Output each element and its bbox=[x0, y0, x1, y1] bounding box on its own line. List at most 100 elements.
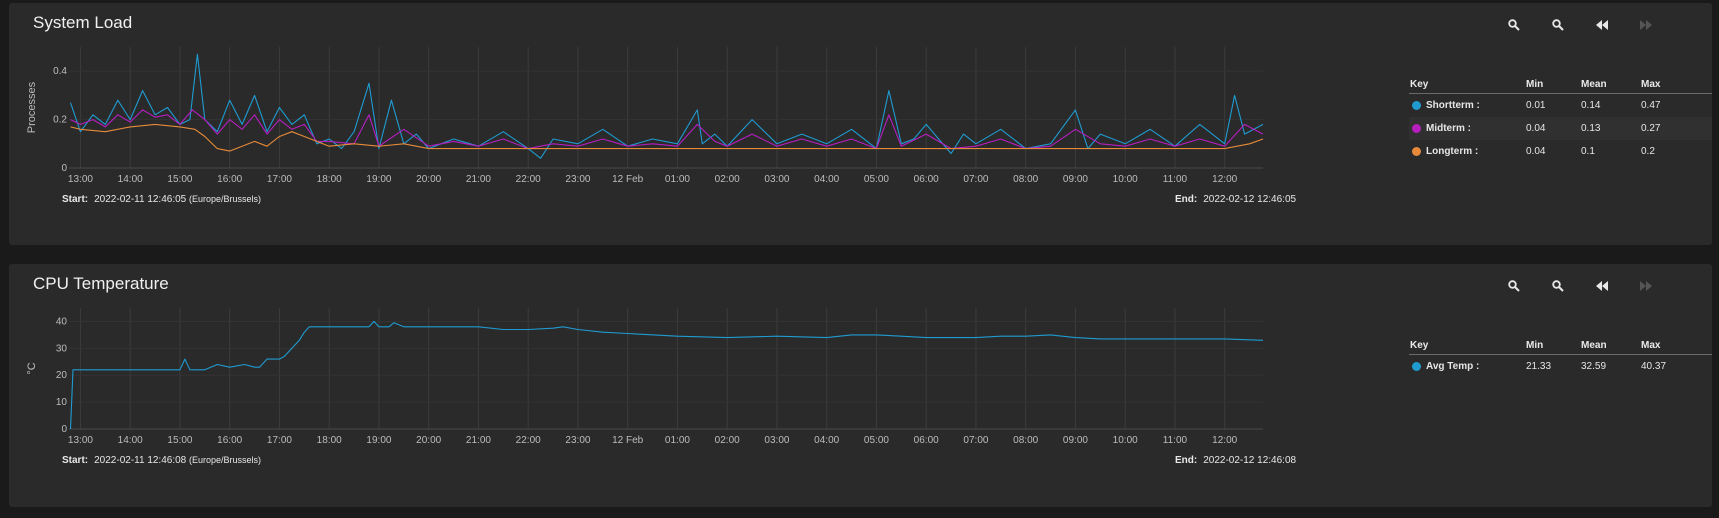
chart-toolbar bbox=[1502, 13, 1712, 37]
x-tick-label: 01:00 bbox=[665, 435, 690, 446]
legend-series-name: Longterm : bbox=[1426, 146, 1479, 157]
end-value: 2022-02-12 12:46:05 bbox=[1203, 194, 1297, 205]
x-tick-label: 02:00 bbox=[715, 174, 740, 185]
y-tick-label: 20 bbox=[56, 370, 68, 381]
series-color-dot bbox=[1412, 362, 1421, 371]
zoom-in-icon[interactable] bbox=[1502, 13, 1526, 37]
x-tick-label: 15:00 bbox=[167, 174, 192, 185]
end-time: End: 2022-02-12 12:46:08 bbox=[1175, 455, 1296, 466]
x-tick-label: 04:00 bbox=[814, 174, 839, 185]
legend-row-longterm: Longterm : 0.04 0.1 0.2 bbox=[1409, 140, 1712, 163]
legend-header-key: Key bbox=[1410, 79, 1429, 90]
x-tick-label: 16:00 bbox=[217, 435, 242, 446]
legend-mean: 0.14 bbox=[1581, 100, 1601, 111]
x-tick-label: 05:00 bbox=[864, 435, 889, 446]
rewind-icon[interactable] bbox=[1590, 13, 1614, 37]
x-tick-label: 22:00 bbox=[516, 435, 541, 446]
x-tick-label: 03:00 bbox=[764, 174, 789, 185]
x-tick-label: 07:00 bbox=[963, 174, 988, 185]
legend-mean: 0.13 bbox=[1581, 123, 1601, 134]
x-tick-label: 20:00 bbox=[416, 174, 441, 185]
x-tick-label: 11:00 bbox=[1163, 174, 1188, 185]
forward-icon[interactable] bbox=[1634, 13, 1658, 37]
start-value: 2022-02-11 12:46:08 bbox=[94, 455, 187, 466]
x-tick-label: 06:00 bbox=[914, 174, 939, 185]
legend-min: 0.04 bbox=[1526, 123, 1546, 134]
x-tick-label: 10:00 bbox=[1113, 174, 1138, 185]
zoom-out-icon[interactable] bbox=[1546, 274, 1570, 298]
legend-min: 21.33 bbox=[1526, 361, 1552, 372]
legend-series-name: Shortterm : bbox=[1426, 100, 1480, 111]
legend-header-max: Max bbox=[1641, 79, 1661, 90]
x-tick-label: 18:00 bbox=[317, 174, 342, 185]
x-tick-label: 18:00 bbox=[317, 435, 342, 446]
end-label: End: bbox=[1175, 455, 1198, 466]
start-timezone: (Europe/Brussels) bbox=[189, 455, 262, 465]
series-color-dot bbox=[1412, 147, 1421, 156]
legend-mean: 0.1 bbox=[1581, 146, 1595, 157]
x-tick-label: 11:00 bbox=[1163, 435, 1188, 446]
legend-max: 0.27 bbox=[1641, 123, 1661, 134]
x-tick-label: 09:00 bbox=[1063, 174, 1088, 185]
forward-icon[interactable] bbox=[1634, 274, 1658, 298]
legend-table: Key Min Mean Max Avg Temp : 21.33 32.59 … bbox=[1409, 337, 1712, 378]
x-tick-label: 23:00 bbox=[565, 435, 590, 446]
start-time: Start: 2022-02-11 12:46:08 (Europe/Brusse… bbox=[62, 455, 261, 466]
y-tick-label: 40 bbox=[56, 316, 68, 327]
y-tick-label: 10 bbox=[56, 397, 68, 408]
x-tick-label: 12 Feb bbox=[612, 174, 644, 185]
legend-table: Key Min Mean Max Shortterm : 0.01 0.14 0… bbox=[1409, 76, 1712, 163]
end-value: 2022-02-12 12:46:08 bbox=[1203, 455, 1297, 466]
x-tick-label: 03:00 bbox=[764, 435, 789, 446]
series-line-midterm bbox=[70, 109, 1264, 150]
legend-min: 0.01 bbox=[1526, 100, 1546, 111]
x-tick-label: 14:00 bbox=[118, 174, 143, 185]
x-tick-label: 12:00 bbox=[1212, 174, 1237, 185]
x-tick-label: 10:00 bbox=[1113, 435, 1138, 446]
legend-header-mean: Mean bbox=[1581, 340, 1607, 351]
x-tick-label: 02:00 bbox=[715, 435, 740, 446]
legend-mean: 32.59 bbox=[1581, 361, 1607, 372]
x-tick-label: 01:00 bbox=[665, 174, 690, 185]
start-value: 2022-02-11 12:46:05 bbox=[94, 194, 187, 205]
start-timezone: (Europe/Brussels) bbox=[189, 194, 262, 204]
legend-header-max: Max bbox=[1641, 340, 1661, 351]
x-tick-label: 20:00 bbox=[416, 435, 441, 446]
x-tick-label: 13:00 bbox=[68, 435, 93, 446]
chart-toolbar bbox=[1502, 274, 1712, 298]
legend-header-mean: Mean bbox=[1581, 79, 1607, 90]
legend-series-name: Avg Temp : bbox=[1426, 361, 1480, 372]
x-tick-label: 06:00 bbox=[914, 435, 939, 446]
y-tick-label: 30 bbox=[56, 343, 68, 354]
rewind-icon[interactable] bbox=[1590, 274, 1614, 298]
zoom-out-icon[interactable] bbox=[1546, 13, 1570, 37]
series-color-dot bbox=[1412, 124, 1421, 133]
zoom-in-icon[interactable] bbox=[1502, 274, 1526, 298]
x-tick-label: 14:00 bbox=[118, 435, 143, 446]
x-tick-label: 13:00 bbox=[68, 174, 93, 185]
x-tick-label: 08:00 bbox=[1013, 174, 1038, 185]
start-label: Start: bbox=[62, 194, 89, 205]
cpu-temperature-panel: CPU Temperature 13:00 14:00 15:00 16:00 17:0… bbox=[9, 264, 1712, 507]
legend-header: Key Min Mean Max bbox=[1409, 337, 1712, 355]
legend-header-min: Min bbox=[1526, 340, 1544, 351]
x-tick-label: 07:00 bbox=[963, 435, 988, 446]
y-tick-label: 0.4 bbox=[53, 66, 67, 77]
x-tick-label: 16:00 bbox=[217, 174, 242, 185]
y-axis-label: Processes bbox=[26, 81, 38, 133]
x-tick-label: 23:00 bbox=[565, 174, 590, 185]
end-label: End: bbox=[1175, 194, 1198, 205]
legend-header-min: Min bbox=[1526, 79, 1544, 90]
x-tick-label: 17:00 bbox=[267, 174, 292, 185]
start-time: Start: 2022-02-11 12:46:05 (Europe/Brusse… bbox=[62, 194, 261, 205]
legend-header-key: Key bbox=[1410, 340, 1429, 351]
x-tick-label: 05:00 bbox=[864, 174, 889, 185]
legend-series-name: Midterm : bbox=[1426, 123, 1471, 134]
y-tick-label: 0.2 bbox=[53, 115, 67, 126]
series-color-dot bbox=[1412, 101, 1421, 110]
legend-min: 0.04 bbox=[1526, 146, 1546, 157]
x-tick-label: 12:00 bbox=[1212, 435, 1237, 446]
series-line-shortterm bbox=[69, 53, 1264, 159]
x-tick-label: 08:00 bbox=[1013, 435, 1038, 446]
x-tick-label: 15:00 bbox=[167, 435, 192, 446]
